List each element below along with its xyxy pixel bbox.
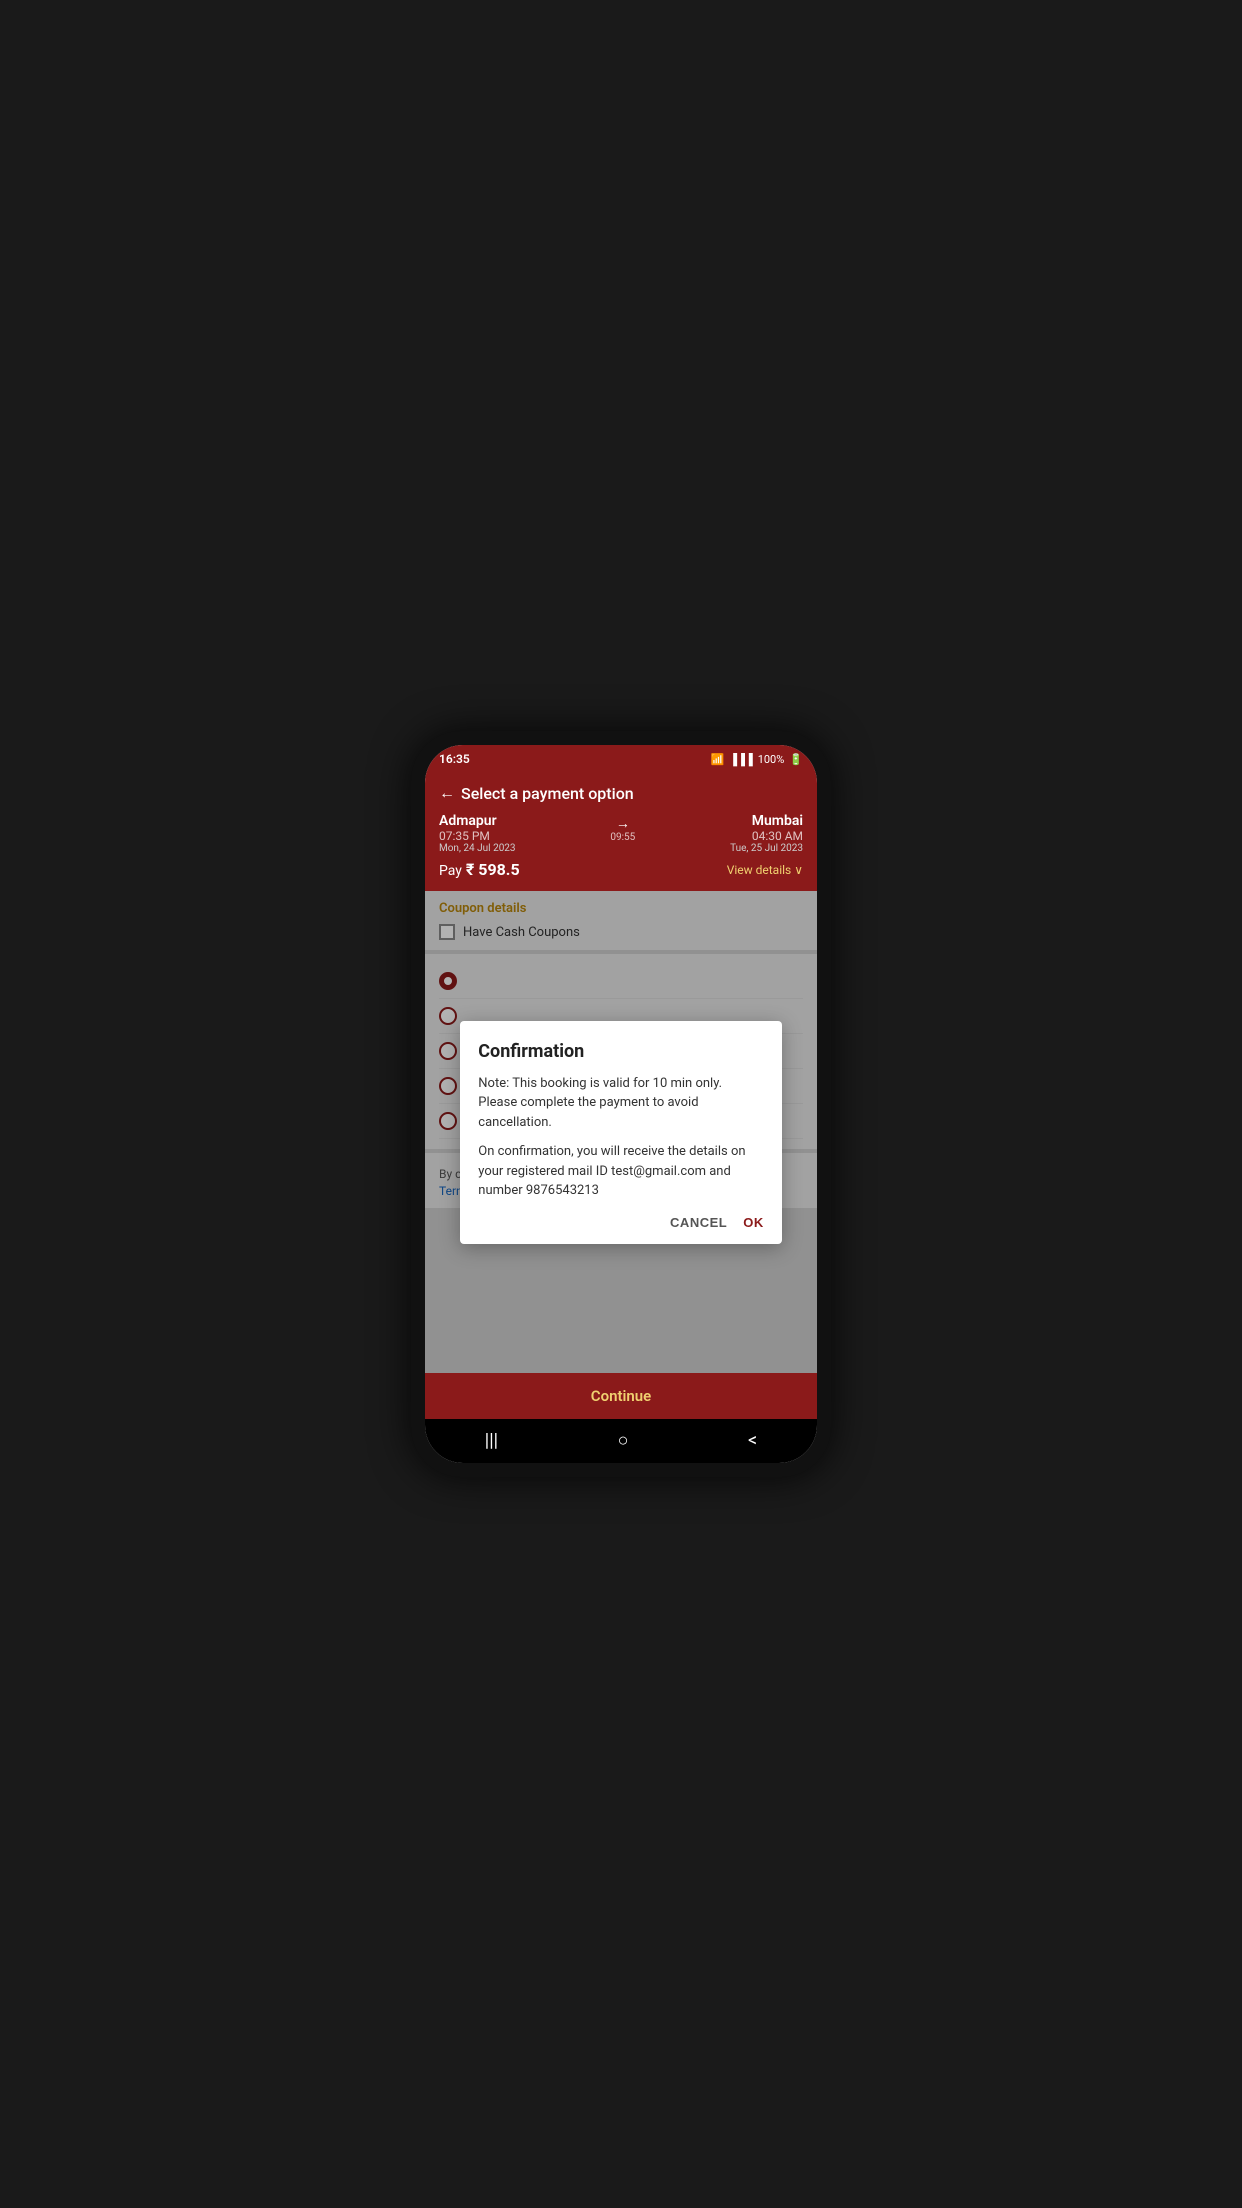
battery-icon: 🔋 [789, 753, 803, 766]
cancel-button[interactable]: CANCEL [670, 1215, 727, 1230]
dialog-body: Note: This booking is valid for 10 min o… [478, 1074, 763, 1201]
duration: 09:55 [516, 832, 731, 843]
status-bar: 16:35 📶 ▐▐▐ 100% 🔋 [425, 745, 817, 773]
dest-date: Tue, 25 Jul 2023 [730, 843, 803, 854]
ok-button[interactable]: OK [743, 1215, 764, 1230]
back-arrow-icon[interactable]: ← [439, 783, 455, 803]
dialog-title: Confirmation [478, 1041, 763, 1062]
nav-home-icon[interactable]: ○ [618, 1430, 629, 1451]
phone-frame: 16:35 📶 ▐▐▐ 100% 🔋 ← Select a payment op… [411, 731, 831, 1477]
signal-icon: ▐▐▐ [729, 753, 752, 766]
main-content: Coupon details Have Cash Coupons [425, 891, 817, 1373]
back-nav[interactable]: ← Select a payment option [439, 783, 803, 803]
origin-date: Mon, 24 Jul 2023 [439, 843, 516, 854]
dialog-note: Note: This booking is valid for 10 min o… [478, 1074, 763, 1133]
nav-back-icon[interactable]: < [748, 1430, 757, 1451]
bottom-nav: ||| ○ < [425, 1419, 817, 1463]
view-details-button[interactable]: View details ∨ [727, 863, 803, 877]
battery-level: 100% [758, 753, 785, 766]
pay-section: Pay ₹ 598.5 [439, 860, 520, 879]
nav-menu-icon[interactable]: ||| [485, 1430, 498, 1451]
pay-amount: ₹ 598.5 [466, 860, 520, 879]
origin-city: Admapur [439, 813, 516, 829]
dialog-overlay: Confirmation Note: This booking is valid… [425, 891, 817, 1373]
origin-col: Admapur 07:35 PM Mon, 24 Jul 2023 [439, 813, 516, 854]
dest-time: 04:30 AM [730, 829, 803, 843]
origin-time: 07:35 PM [439, 829, 516, 843]
center-col: → 09:55 [516, 813, 731, 843]
dialog-actions: CANCEL OK [478, 1215, 763, 1230]
confirmation-dialog: Confirmation Note: This booking is valid… [460, 1021, 781, 1244]
dialog-confirmation: On confirmation, you will receive the de… [478, 1142, 763, 1201]
dest-col: Mumbai 04:30 AM Tue, 25 Jul 2023 [730, 813, 803, 854]
journey-row: Admapur 07:35 PM Mon, 24 Jul 2023 → 09:5… [439, 813, 803, 854]
app-header: ← Select a payment option Admapur 07:35 … [425, 773, 817, 891]
header-title: Select a payment option [461, 784, 634, 803]
pay-label: Pay [439, 863, 462, 879]
dest-city: Mumbai [730, 813, 803, 829]
pay-row: Pay ₹ 598.5 View details ∨ [439, 860, 803, 879]
screen: 16:35 📶 ▐▐▐ 100% 🔋 ← Select a payment op… [425, 745, 817, 1463]
status-icons: 📶 ▐▐▐ 100% 🔋 [711, 753, 803, 766]
continue-button[interactable]: Continue [425, 1373, 817, 1419]
wifi-icon: 📶 [711, 753, 725, 766]
route-arrow-icon: → [516, 815, 731, 832]
status-time: 16:35 [439, 752, 470, 766]
